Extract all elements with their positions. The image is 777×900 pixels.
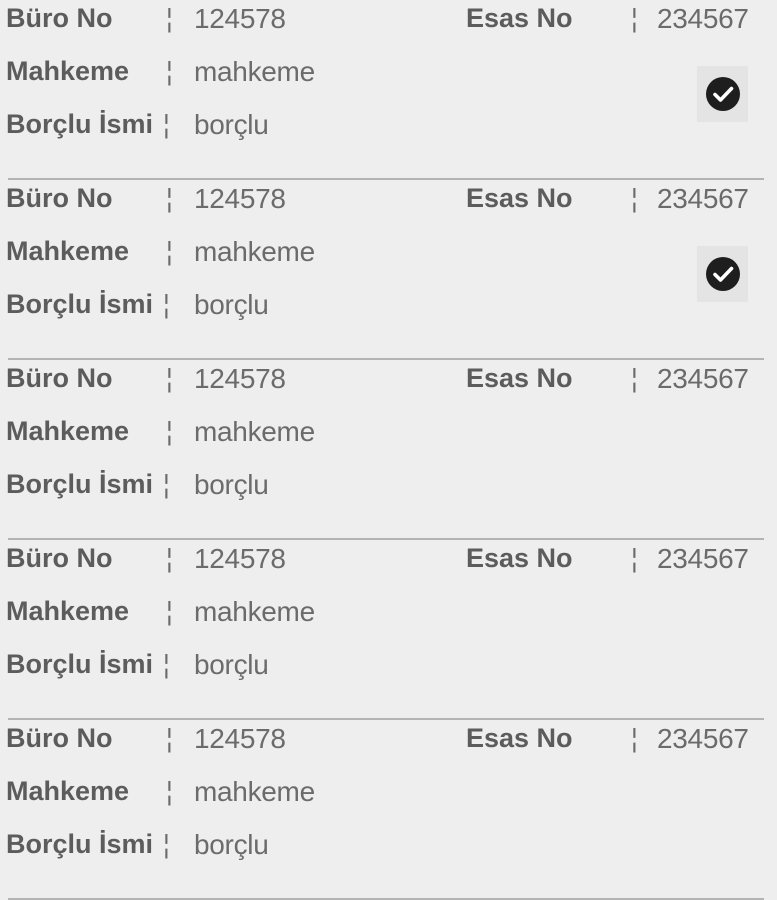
buro-no-value: 124578 bbox=[194, 723, 286, 754]
borclu-ismi-label: Borçlu İsmi bbox=[6, 829, 154, 859]
buro-no-separator: ¦ bbox=[166, 723, 173, 753]
buro-no-value: 124578 bbox=[194, 3, 286, 34]
borclu-ismi-label: Borçlu İsmi bbox=[6, 109, 154, 139]
borclu-ismi-separator: ¦ bbox=[163, 289, 170, 319]
buro-no-label: Büro No bbox=[6, 363, 113, 393]
selected-check-button[interactable] bbox=[697, 66, 748, 122]
borclu-ismi-label: Borçlu İsmi bbox=[6, 649, 154, 679]
esas-no-separator: ¦ bbox=[631, 3, 638, 33]
esas-no-label: Esas No bbox=[466, 363, 573, 393]
check-circle-icon bbox=[705, 257, 740, 291]
mahkeme-label: Mahkeme bbox=[6, 56, 130, 86]
mahkeme-separator: ¦ bbox=[166, 596, 173, 626]
buro-no-label: Büro No bbox=[6, 543, 113, 573]
esas-no-separator: ¦ bbox=[631, 543, 638, 573]
mahkeme-value: mahkeme bbox=[194, 236, 315, 267]
mahkeme-label: Mahkeme bbox=[6, 236, 130, 266]
esas-no-value: 234567 bbox=[657, 723, 749, 754]
esas-no-label: Esas No bbox=[466, 723, 573, 753]
borclu-ismi-label: Borçlu İsmi bbox=[6, 469, 154, 499]
check-circle-icon bbox=[705, 77, 740, 111]
borclu-ismi-value: borçlu bbox=[194, 289, 269, 320]
buro-no-separator: ¦ bbox=[166, 3, 173, 33]
mahkeme-value: mahkeme bbox=[194, 56, 315, 87]
record-list: Büro No ¦ 124578 Esas No ¦ 234567 Mahkem… bbox=[0, 0, 777, 900]
esas-no-value: 234567 bbox=[657, 183, 749, 214]
borclu-ismi-value: borçlu bbox=[194, 469, 269, 500]
mahkeme-separator: ¦ bbox=[166, 236, 173, 266]
borclu-ismi-separator: ¦ bbox=[163, 649, 170, 679]
esas-no-value: 234567 bbox=[657, 3, 749, 34]
esas-no-value: 234567 bbox=[657, 363, 749, 394]
esas-no-label: Esas No bbox=[466, 3, 573, 33]
record-card[interactable]: Büro No ¦ 124578 Esas No ¦ 234567 Mahkem… bbox=[0, 720, 777, 900]
buro-no-separator: ¦ bbox=[166, 543, 173, 573]
esas-no-label: Esas No bbox=[466, 543, 573, 573]
buro-no-label: Büro No bbox=[6, 183, 113, 213]
mahkeme-label: Mahkeme bbox=[6, 776, 130, 806]
record-card[interactable]: Büro No ¦ 124578 Esas No ¦ 234567 Mahkem… bbox=[0, 360, 777, 540]
buro-no-value: 124578 bbox=[194, 543, 286, 574]
buro-no-value: 124578 bbox=[194, 363, 286, 394]
buro-no-label: Büro No bbox=[6, 723, 113, 753]
record-card[interactable]: Büro No ¦ 124578 Esas No ¦ 234567 Mahkem… bbox=[0, 180, 777, 360]
buro-no-label: Büro No bbox=[6, 3, 113, 33]
esas-no-separator: ¦ bbox=[631, 183, 638, 213]
mahkeme-value: mahkeme bbox=[194, 416, 315, 447]
borclu-ismi-separator: ¦ bbox=[163, 469, 170, 499]
record-card[interactable]: Büro No ¦ 124578 Esas No ¦ 234567 Mahkem… bbox=[0, 0, 777, 180]
borclu-ismi-separator: ¦ bbox=[163, 109, 170, 139]
borclu-ismi-value: borçlu bbox=[194, 109, 269, 140]
mahkeme-separator: ¦ bbox=[166, 776, 173, 806]
selected-check-button[interactable] bbox=[697, 246, 748, 302]
esas-no-separator: ¦ bbox=[631, 723, 638, 753]
mahkeme-value: mahkeme bbox=[194, 776, 315, 807]
esas-no-separator: ¦ bbox=[631, 363, 638, 393]
buro-no-value: 124578 bbox=[194, 183, 286, 214]
borclu-ismi-value: borçlu bbox=[194, 649, 269, 680]
esas-no-value: 234567 bbox=[657, 543, 749, 574]
mahkeme-label: Mahkeme bbox=[6, 416, 130, 446]
record-card[interactable]: Büro No ¦ 124578 Esas No ¦ 234567 Mahkem… bbox=[0, 540, 777, 720]
borclu-ismi-separator: ¦ bbox=[163, 829, 170, 859]
mahkeme-separator: ¦ bbox=[166, 416, 173, 446]
buro-no-separator: ¦ bbox=[166, 363, 173, 393]
borclu-ismi-value: borçlu bbox=[194, 829, 269, 860]
borclu-ismi-label: Borçlu İsmi bbox=[6, 289, 154, 319]
esas-no-label: Esas No bbox=[466, 183, 573, 213]
mahkeme-separator: ¦ bbox=[166, 56, 173, 86]
mahkeme-value: mahkeme bbox=[194, 596, 315, 627]
mahkeme-label: Mahkeme bbox=[6, 596, 130, 626]
buro-no-separator: ¦ bbox=[166, 183, 173, 213]
